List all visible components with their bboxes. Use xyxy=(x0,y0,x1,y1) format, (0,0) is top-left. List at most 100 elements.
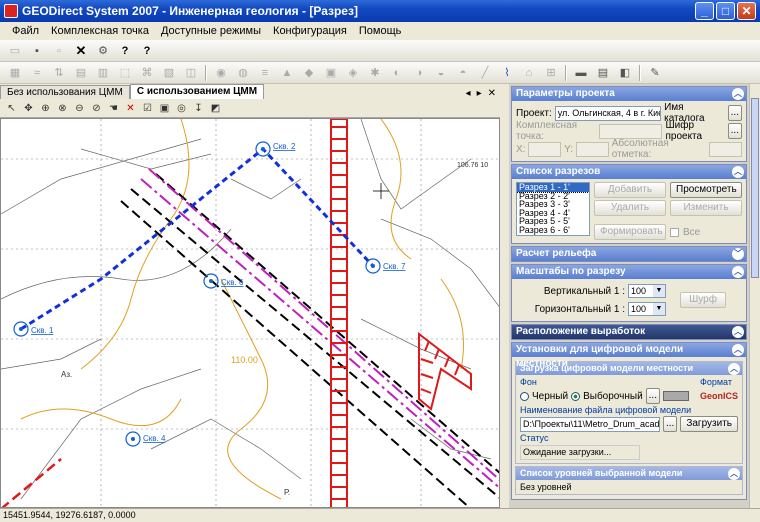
load-button[interactable]: Загрузить xyxy=(680,416,738,432)
minimize-button[interactable]: _ xyxy=(695,2,714,20)
save-as-icon[interactable]: ▫ xyxy=(51,43,67,59)
right-panel-scrollbar[interactable] xyxy=(749,84,760,508)
tool-icon[interactable]: ▦ xyxy=(7,65,23,81)
close-button[interactable]: ✕ xyxy=(737,2,756,20)
file-path-input[interactable]: D:\Проекты\11\Metro_Drum_acad.dwg xyxy=(520,416,660,432)
zoom-cross-icon[interactable]: ⊘ xyxy=(90,100,103,116)
erase-icon[interactable]: ✕ xyxy=(124,100,137,116)
tool-icon[interactable]: ◉ xyxy=(213,65,229,81)
black-radio[interactable] xyxy=(520,391,529,401)
selective-radio[interactable] xyxy=(571,391,581,401)
horizontal-scale-select[interactable]: 100 ▼ xyxy=(628,302,666,316)
tool-icon[interactable]: ◧ xyxy=(617,65,633,81)
tool-icon[interactable]: ▲ xyxy=(279,65,295,81)
tool-icon[interactable]: ≡ xyxy=(257,65,273,81)
section-header[interactable]: Список разрезов ︿ xyxy=(512,165,746,179)
tool-icon[interactable]: ◐ xyxy=(389,65,405,81)
x-input[interactable] xyxy=(528,141,562,157)
menu-complex-point[interactable]: Комплексная точка xyxy=(45,25,155,37)
settings-icon[interactable]: ⚙ xyxy=(95,43,111,59)
map-scrollbar[interactable] xyxy=(500,99,507,508)
section-header[interactable]: Расчет рельефа ﹀ xyxy=(512,247,746,261)
collapse-icon[interactable]: ︿ xyxy=(728,363,740,375)
target-icon[interactable]: ⊕ xyxy=(39,100,52,116)
collapse-icon[interactable]: ︿ xyxy=(732,344,744,356)
view-section-button[interactable]: Просмотреть xyxy=(670,182,742,198)
tab-prev-icon[interactable]: ◂ xyxy=(466,88,471,99)
tool-icon[interactable]: ✱ xyxy=(367,65,383,81)
list-item[interactable]: Разрез 6 - 6' xyxy=(517,226,589,235)
tool-icon[interactable]: ▬ xyxy=(573,65,589,81)
tool-icon[interactable]: ⌘ xyxy=(139,65,155,81)
tool-icon[interactable]: ⌂ xyxy=(521,65,537,81)
shurf-button[interactable]: Шурф xyxy=(680,292,726,308)
move-icon[interactable]: ✥ xyxy=(22,100,35,116)
tool-icon[interactable]: ◈ xyxy=(345,65,361,81)
pointer-icon[interactable]: ↖ xyxy=(5,100,18,116)
tool-icon[interactable]: ◫ xyxy=(183,65,199,81)
circle-target-icon[interactable]: ◎ xyxy=(175,100,188,116)
tool-icon[interactable]: ◒ xyxy=(433,65,449,81)
section-header[interactable]: Установки для цифровой модели местности … xyxy=(512,343,746,369)
color-pick-button[interactable]: ... xyxy=(645,388,660,404)
project-input[interactable]: ул. Ольгинская, 4 в г. Киеве xyxy=(554,105,662,121)
save-map-icon[interactable]: ▣ xyxy=(158,100,171,116)
subsection-header[interactable]: Список уровней выбранной модели ︿ xyxy=(516,467,742,480)
tool-icon[interactable]: ▥ xyxy=(95,65,111,81)
list-item[interactable]: Без уровней xyxy=(520,482,572,492)
tool-icon[interactable]: ≈ xyxy=(29,65,45,81)
menu-help[interactable]: Помощь xyxy=(353,25,408,37)
tab-with-dtm[interactable]: С использованием ЦММ xyxy=(129,84,265,99)
tab-next-icon[interactable]: ▸ xyxy=(477,88,482,99)
pen-icon[interactable]: ✎ xyxy=(647,65,663,81)
tab-without-dtm[interactable]: Без использования ЦММ xyxy=(0,85,130,99)
tool-icon[interactable]: ⬚ xyxy=(117,65,133,81)
tool-icon[interactable]: ⇅ xyxy=(51,65,67,81)
vertical-scale-select[interactable]: 100 ▼ xyxy=(628,284,666,298)
title-bar[interactable]: GEODirect System 2007 - Инженерная геоло… xyxy=(0,0,760,22)
menu-modes[interactable]: Доступные режимы xyxy=(155,25,267,37)
collapse-icon[interactable]: ︿ xyxy=(732,326,744,338)
complex-point-select[interactable] xyxy=(598,123,663,139)
layers-icon[interactable]: ◩ xyxy=(209,100,222,116)
collapse-icon[interactable]: ︿ xyxy=(732,266,744,278)
abs-input[interactable] xyxy=(709,141,743,157)
file-browse-button[interactable]: ... xyxy=(662,416,678,432)
color-swatch[interactable] xyxy=(663,391,689,401)
levels-list[interactable]: Без уровней xyxy=(516,480,742,494)
collapse-icon[interactable]: ︿ xyxy=(732,166,744,178)
zoom-out-icon[interactable]: ⊖ xyxy=(73,100,86,116)
save-icon[interactable]: ▪ xyxy=(29,43,45,59)
menu-config[interactable]: Конфигурация xyxy=(267,25,353,37)
tool-icon[interactable]: ▧ xyxy=(161,65,177,81)
delete-icon[interactable]: ✕ xyxy=(73,43,89,59)
tool-icon[interactable]: ◆ xyxy=(301,65,317,81)
arrow-down-icon[interactable]: ↧ xyxy=(192,100,205,116)
help-icon[interactable]: ? xyxy=(117,43,133,59)
form-section-button[interactable]: Формировать xyxy=(594,224,666,240)
open-icon[interactable]: ▭ xyxy=(7,43,23,59)
sections-listbox[interactable]: Разрез 1 - 1' Разрез 2 - 2' Разрез 3 - 3… xyxy=(516,182,590,236)
tool-icon[interactable]: ▣ xyxy=(323,65,339,81)
collapse-icon[interactable]: ︿ xyxy=(728,468,740,480)
all-checkbox[interactable] xyxy=(670,227,679,237)
add-section-button[interactable]: Добавить xyxy=(594,182,666,198)
section-header[interactable]: Масштабы по разрезу ︿ xyxy=(512,265,746,279)
section-header[interactable]: Расположение выработок ︿ xyxy=(512,325,746,339)
tool-icon[interactable]: ⊞ xyxy=(543,65,559,81)
polyline-icon[interactable]: ⌇ xyxy=(499,65,515,81)
context-help-icon[interactable]: ? xyxy=(139,43,155,59)
tool-icon[interactable]: ▤ xyxy=(595,65,611,81)
tool-icon[interactable]: ◓ xyxy=(455,65,471,81)
hand-icon[interactable]: ☚ xyxy=(107,100,120,116)
catalog-browse-button[interactable]: ... xyxy=(727,105,742,121)
tool-icon[interactable]: ◑ xyxy=(411,65,427,81)
tab-close-icon[interactable]: ✕ xyxy=(488,88,496,99)
tool-icon[interactable]: ▤ xyxy=(73,65,89,81)
map-canvas[interactable]: Скв. 1 Скв. 2 Скв. 7 Скв. 6 Скв. 4 110.0… xyxy=(0,118,500,508)
menu-file[interactable]: Файл xyxy=(6,25,45,37)
subsection-header[interactable]: Загрузка цифровой модели местности ︿ xyxy=(516,362,742,375)
expand-icon[interactable]: ﹀ xyxy=(732,248,744,260)
tool-icon[interactable]: ╱ xyxy=(477,65,493,81)
tool-icon[interactable]: ◍ xyxy=(235,65,251,81)
